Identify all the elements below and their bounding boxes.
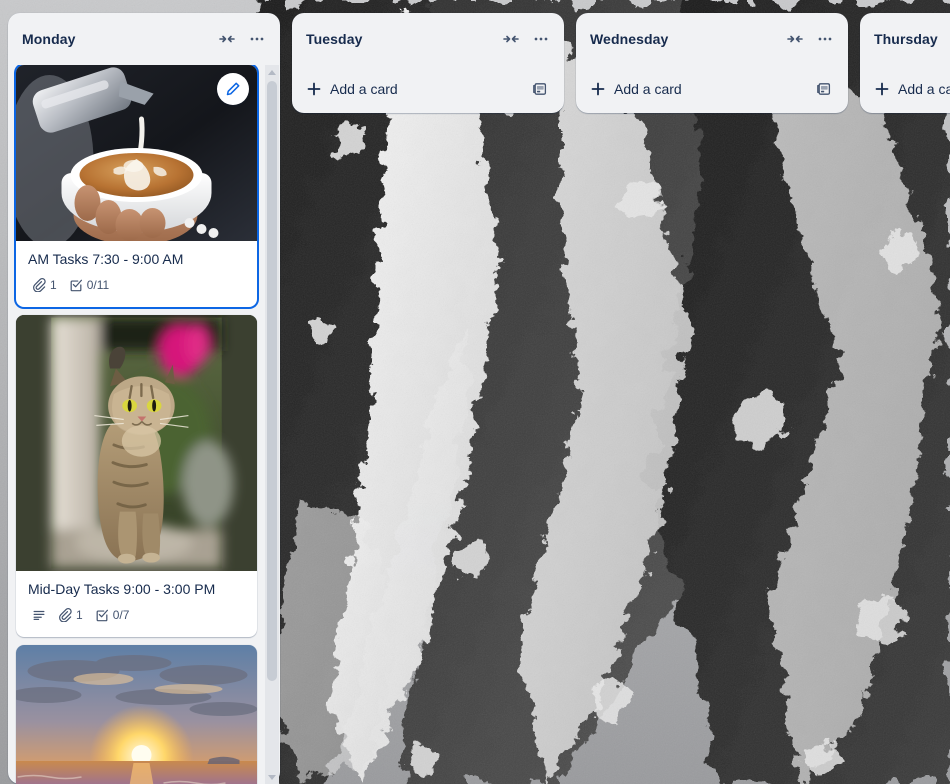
list-header-tuesday: Tuesday [292, 13, 564, 65]
scrollbar-down-arrow-icon[interactable] [265, 770, 279, 784]
attachment-icon [59, 608, 72, 622]
card-badges: 1 0/7 [28, 603, 245, 633]
add-card-button[interactable]: Add a card [300, 73, 524, 105]
list-footer-wednesday: Add a card [576, 65, 848, 113]
badge-description[interactable] [28, 605, 50, 625]
card-edit-button[interactable] [217, 73, 249, 105]
attachment-icon [33, 278, 46, 292]
badge-checklist[interactable]: 0/7 [91, 605, 134, 625]
list-thursday: Thursday Add a card [860, 13, 950, 113]
list-wednesday: Wednesday Add a card [576, 13, 848, 113]
list-scrollbar-monday[interactable] [265, 65, 279, 784]
add-card-label: Add a card [330, 81, 398, 97]
list-actions-menu-icon[interactable] [526, 24, 556, 54]
list-title-tuesday[interactable]: Tuesday [306, 29, 496, 49]
list-title-monday[interactable]: Monday [22, 29, 212, 49]
badge-attachment[interactable]: 1 [28, 275, 61, 295]
list-title-wednesday[interactable]: Wednesday [590, 29, 780, 49]
list-actions-menu-icon[interactable] [242, 24, 272, 54]
badge-checklist-count: 0/7 [112, 608, 130, 622]
list-title-thursday[interactable]: Thursday [874, 29, 950, 49]
cards-monday: AM Tasks 7:30 - 9:00 AM 1 0/11 Mid-Day T… [8, 65, 265, 784]
add-card-button[interactable]: Add a card [584, 73, 808, 105]
card-mid-day-tasks[interactable]: Mid-Day Tasks 9:00 - 3:00 PM 1 0/7 [16, 315, 257, 637]
board-lists-container: Monday AM Tasks 7:30 - 9:00 AM 1 0/11 Mi… [0, 0, 950, 784]
scrollbar-thumb[interactable] [267, 81, 277, 681]
badge-attachment-count: 1 [50, 278, 57, 292]
card-cover-beach-sunset-photo [16, 645, 257, 784]
plus-icon [875, 82, 889, 96]
card-badges: 1 0/11 [28, 273, 245, 303]
collapse-list-icon[interactable] [212, 24, 242, 54]
card-evening-tasks[interactable] [16, 645, 257, 784]
list-header-monday: Monday [8, 13, 280, 65]
list-monday: Monday AM Tasks 7:30 - 9:00 AM 1 0/11 Mi… [8, 13, 280, 784]
card-body: AM Tasks 7:30 - 9:00 AM 1 0/11 [16, 241, 257, 307]
card-title: AM Tasks 7:30 - 9:00 AM [28, 251, 184, 267]
badge-attachment-count: 1 [76, 608, 83, 622]
pencil-icon [226, 82, 240, 96]
list-header-thursday: Thursday [860, 13, 950, 65]
card-am-tasks[interactable]: AM Tasks 7:30 - 9:00 AM 1 0/11 [16, 65, 257, 307]
description-icon [33, 610, 45, 621]
scrollbar-up-arrow-icon[interactable] [265, 65, 279, 79]
plus-icon [307, 82, 321, 96]
badge-attachment[interactable]: 1 [54, 605, 87, 625]
list-actions-menu-icon[interactable] [810, 24, 840, 54]
card-title: Mid-Day Tasks 9:00 - 3:00 PM [28, 581, 216, 597]
list-tuesday: Tuesday Add a card [292, 13, 564, 113]
list-footer-tuesday: Add a card [292, 65, 564, 113]
list-footer-thursday: Add a card [860, 65, 950, 113]
list-cards-scroll-area-monday: AM Tasks 7:30 - 9:00 AM 1 0/11 Mid-Day T… [8, 65, 280, 784]
card-cover-tabby-cat-photo [16, 315, 257, 571]
badge-checklist-count: 0/11 [86, 278, 110, 292]
badge-checklist[interactable]: 0/11 [65, 275, 113, 295]
collapse-list-icon[interactable] [780, 24, 810, 54]
card-body: Mid-Day Tasks 9:00 - 3:00 PM 1 0/7 [16, 571, 257, 637]
card-template-icon[interactable] [524, 73, 556, 105]
add-card-button[interactable]: Add a card [868, 73, 950, 105]
list-header-wednesday: Wednesday [576, 13, 848, 65]
add-card-label: Add a card [898, 81, 950, 97]
checklist-icon [96, 609, 108, 622]
add-card-label: Add a card [614, 81, 682, 97]
card-template-icon[interactable] [808, 73, 840, 105]
collapse-list-icon[interactable] [496, 24, 526, 54]
plus-icon [591, 82, 605, 96]
checklist-icon [70, 279, 82, 292]
